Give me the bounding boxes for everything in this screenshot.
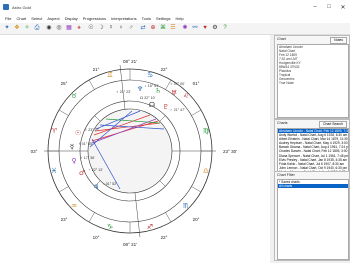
- menu-file[interactable]: File: [5, 16, 11, 21]
- cancer-icon: ♋: [147, 71, 153, 79]
- menu-display[interactable]: Display: [65, 16, 78, 21]
- harmonic-icon[interactable]: ✺: [181, 24, 189, 32]
- capricorn-icon: ♑: [107, 223, 113, 231]
- chart-list-item[interactable]: Charles Darwin - Natal Chart, Feb 12 180…: [278, 149, 348, 153]
- chart-info-line: True Node: [279, 81, 294, 85]
- pluto-position-label: ♇ 21° 47': [170, 108, 185, 112]
- house-degree-label: 21°: [93, 67, 100, 72]
- report-icon[interactable]: ☰: [169, 24, 177, 32]
- app-window: Astro Gold – □ ✕ File Chart Select Aspec…: [0, 0, 350, 263]
- notes-button[interactable]: Notes: [330, 37, 347, 44]
- wheel-icon[interactable]: ◉: [45, 24, 53, 32]
- venus-position-label: ♀ 17° 36': [80, 156, 95, 160]
- node-glyph-icon: ☊: [149, 101, 155, 109]
- mars-icon[interactable]: ♂: [127, 24, 135, 32]
- saturn-position-label: ♄ 15° 51': [144, 84, 159, 88]
- filter-item[interactable]: All charts: [278, 184, 348, 189]
- chart-canvas: ♈ ♉ ♊ ♋ ♌ ♍ ♎ ♏ ♐ ♑ ♒ ♓ ☉ ☿ ♀ ♂ ♃ ♄ ♅ ♆ …: [0, 35, 270, 263]
- ic-degree-label: 08° 21': [123, 242, 137, 247]
- print-icon[interactable]: ⎙: [33, 24, 41, 32]
- chart-search-button[interactable]: Chart Search: [319, 121, 347, 128]
- menu-bar: File Chart Select Aspect Display Progres…: [0, 14, 350, 23]
- house-degree-label: 01°: [193, 81, 200, 86]
- gemini-icon: ♊: [107, 71, 113, 79]
- pisces-icon: ♓: [51, 167, 57, 175]
- close-button[interactable]: ✕: [336, 0, 350, 14]
- chart-group: Chart Notes Abraham Lincoln Natal Chart …: [274, 35, 350, 119]
- menu-chart[interactable]: Chart: [16, 16, 26, 21]
- sagittarius-icon: ♐: [147, 223, 153, 231]
- chart-filter-list[interactable]: * Saved charts All charts: [277, 179, 349, 260]
- neptune-glyph-icon: ♆: [137, 85, 143, 93]
- sun-icon[interactable]: ☉: [87, 24, 95, 32]
- pluto-glyph-icon: ♇: [163, 103, 169, 111]
- virgo-icon: ♍: [203, 127, 210, 135]
- menu-progressions[interactable]: Progressions: [83, 16, 106, 21]
- mc-degree-label: 08° 21': [123, 59, 137, 64]
- compare-icon[interactable]: ⚯: [191, 24, 199, 32]
- uranus-glyph-icon: ♅: [171, 89, 177, 97]
- title-bar: Astro Gold – □ ✕: [0, 0, 350, 14]
- mercury-glyph-icon: ☿: [70, 143, 74, 151]
- house-degree-label: 20°: [193, 217, 200, 222]
- menu-select[interactable]: Select: [31, 16, 42, 21]
- heart-icon[interactable]: ♥: [201, 24, 209, 32]
- node-position-label: ☊ 22° 10': [140, 96, 156, 100]
- dsc-degree-label: 23° 30': [223, 149, 237, 154]
- minimize-button[interactable]: –: [308, 0, 322, 14]
- house-degree-label: 23°: [61, 217, 68, 222]
- jupiter-position-label: ♃ 01° 52': [102, 182, 117, 186]
- house-degree-label: 22°: [161, 67, 168, 72]
- menu-settings[interactable]: Settings: [156, 16, 170, 21]
- settings-icon[interactable]: ⚙: [211, 24, 219, 32]
- mercury-icon[interactable]: ☿: [107, 24, 115, 32]
- house-degree-label: 25°: [61, 81, 68, 86]
- saturn-glyph-icon: ♄: [155, 87, 161, 95]
- neptune-position-label: ♆ 21° 23': [116, 90, 131, 94]
- progress-icon[interactable]: ⇄: [139, 24, 147, 32]
- right-panel: Chart Notes Abraham Lincoln Natal Chart …: [272, 35, 350, 263]
- mercury-position-label: ☿ 01° 55': [78, 142, 93, 146]
- moon-icon[interactable]: ☽: [97, 24, 105, 32]
- menu-tools[interactable]: Tools: [142, 16, 151, 21]
- scorpio-icon: ♏: [183, 202, 190, 210]
- help-icon[interactable]: ?: [221, 24, 229, 32]
- app-icon: [3, 4, 9, 10]
- venus-glyph-icon: ♀: [71, 157, 76, 165]
- sun-glyph-icon: ☉: [75, 129, 81, 137]
- aries-icon: ♈: [51, 127, 58, 135]
- uranus-position-label: ♅ 07° 00': [170, 82, 185, 86]
- map-icon[interactable]: ⌘: [159, 24, 167, 32]
- menu-help[interactable]: Help: [175, 16, 183, 21]
- window-title: Astro Gold: [12, 4, 31, 10]
- aspect-grid-icon[interactable]: ▦: [65, 24, 73, 32]
- house-degree-label: 10°: [93, 235, 100, 240]
- chart-info-box: Abraham Lincoln Natal Chart Feb 12 1809 …: [277, 44, 349, 118]
- leo-icon: ♌: [183, 92, 189, 100]
- relocate-icon[interactable]: ⊕: [149, 24, 157, 32]
- mars-glyph-icon: ♂: [79, 169, 85, 177]
- venus-icon[interactable]: ♀: [117, 24, 125, 32]
- taurus-icon: ♉: [71, 92, 77, 100]
- save-chart-icon[interactable]: ✧: [23, 24, 31, 32]
- chart-filter-group: Chart Filter * Saved charts All charts: [274, 171, 350, 261]
- toolbar: ✦ ❖ ✧ ⎙ ◉ ◎ ▦ ⚹ ☉ ☽ ☿ ♀ ♂ ⇄ ⊕ ⌘ ☰ ✺ ⚯ ♥ …: [0, 23, 350, 35]
- sun-position-label: ☉ 23° 27': [84, 128, 100, 132]
- biwheel-icon[interactable]: ◎: [55, 24, 63, 32]
- jupiter-glyph-icon: ♃: [93, 183, 99, 191]
- transits-icon[interactable]: ⚹: [75, 24, 83, 32]
- libra-icon: ♎: [203, 167, 209, 175]
- open-chart-icon[interactable]: ❖: [13, 24, 21, 32]
- chart-filter-title: Chart Filter: [277, 173, 295, 177]
- maximize-button[interactable]: □: [322, 0, 336, 14]
- asc-degree-label: 03°: [31, 149, 38, 154]
- chart-wheel: ♈ ♉ ♊ ♋ ♌ ♍ ♎ ♏ ♐ ♑ ♒ ♓ ☉ ☿ ♀ ♂ ♃ ♄ ♅ ♆ …: [31, 59, 238, 247]
- house-degree-label: 22°: [161, 235, 168, 240]
- new-chart-icon[interactable]: ✦: [3, 24, 11, 32]
- menu-aspect[interactable]: Aspect: [47, 16, 59, 21]
- aquarius-icon: ♒: [71, 202, 77, 210]
- mars-position-label: ♂ 22° 13': [88, 168, 103, 172]
- menu-interpretations[interactable]: Interpretations: [111, 16, 137, 21]
- aspect-circle: [87, 108, 173, 194]
